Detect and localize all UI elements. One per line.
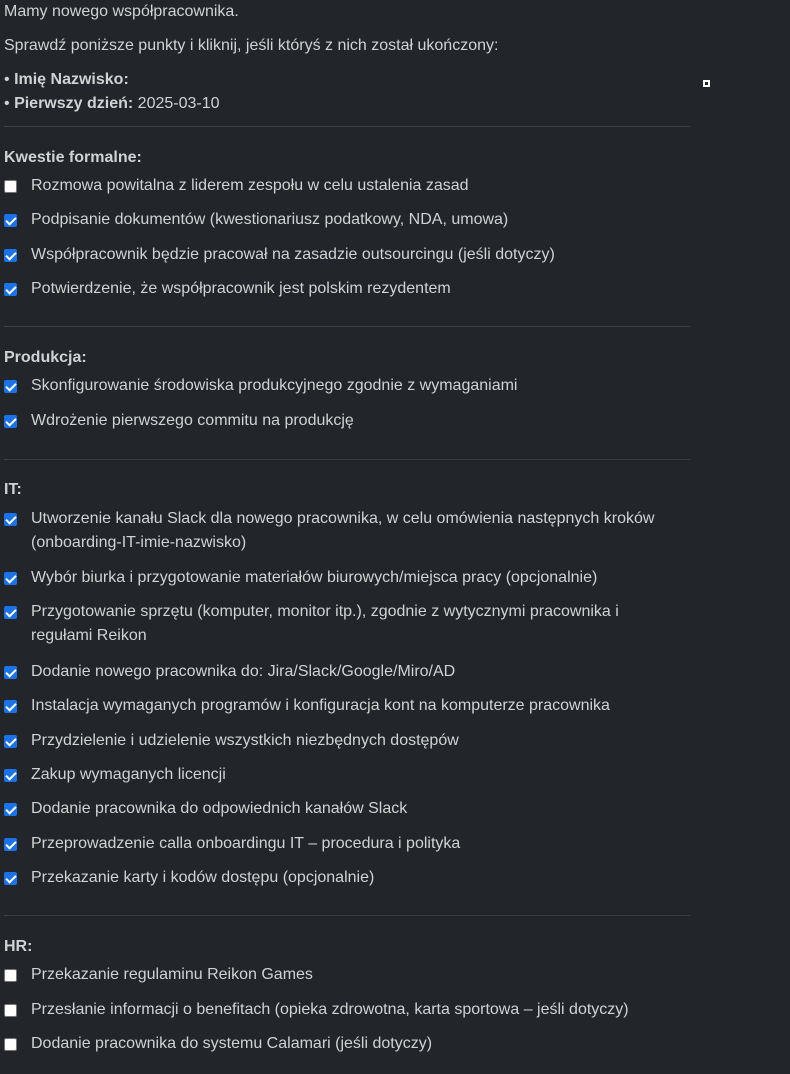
- checklist-item[interactable]: Dodanie pracownika do odpowiednich kanał…: [4, 800, 684, 821]
- first-day-label: Pierwszy dzień:: [14, 95, 134, 112]
- checklist-item[interactable]: Potwierdzenie, że współpracownik jest po…: [4, 280, 684, 301]
- checkbox[interactable]: [4, 380, 17, 393]
- checkbox[interactable]: [4, 415, 17, 428]
- checkbox[interactable]: [4, 735, 17, 748]
- section-title-formal: Kwestie formalne:: [4, 149, 142, 166]
- checkbox[interactable]: [4, 969, 17, 982]
- checklist-item[interactable]: Przygotowanie sprzętu (komputer, monitor…: [4, 603, 684, 648]
- checklist-item-label: Potwierdzenie, że współpracownik jest po…: [31, 280, 451, 297]
- square-marker-icon: [703, 80, 710, 87]
- checklist-item-label: Przygotowanie sprzętu (komputer, monitor…: [31, 603, 619, 644]
- bullet-marker: •: [4, 71, 10, 88]
- checkbox[interactable]: [4, 1038, 17, 1051]
- checkbox[interactable]: [4, 572, 17, 585]
- checklist-item-label: Dodanie pracownika do odpowiednich kanał…: [31, 800, 408, 817]
- checklist-item-label: Skonfigurowanie środowiska produkcyjnego…: [31, 377, 518, 394]
- checklist-item[interactable]: Przekazanie karty i kodów dostępu (opcjo…: [4, 869, 684, 890]
- name-label: Imię Nazwisko:: [14, 71, 129, 88]
- checklist-item-label: Rozmowa powitalna z liderem zespołu w ce…: [31, 177, 469, 194]
- checkbox[interactable]: [4, 872, 17, 885]
- checklist-item-label: Podpisanie dokumentów (kwestionariusz po…: [31, 211, 509, 228]
- section-title-production: Produkcja:: [4, 349, 87, 366]
- checklist-item-label: Przesłanie informacji o benefitach (opie…: [31, 1001, 629, 1018]
- checklist-item[interactable]: Instalacja wymaganych programów i konfig…: [4, 697, 684, 718]
- name-field: • Imię Nazwisko:: [4, 70, 129, 90]
- checklist-item[interactable]: Utworzenie kanału Slack dla nowego praco…: [4, 510, 684, 555]
- checklist-item[interactable]: Podpisanie dokumentów (kwestionariusz po…: [4, 211, 684, 232]
- checklist-item-label: Dodanie nowego pracownika do: Jira/Slack…: [31, 663, 456, 680]
- checklist-item-label: Utworzenie kanału Slack dla nowego praco…: [31, 510, 655, 551]
- checklist-item-label: Instalacja wymaganych programów i konfig…: [31, 697, 610, 714]
- checklist-item[interactable]: Przekazanie regulaminu Reikon Games: [4, 966, 684, 987]
- checklist-item-label: Wdrożenie pierwszego commitu na produkcj…: [31, 412, 354, 429]
- checklist-item[interactable]: Przeprowadzenie calla onboardingu IT – p…: [4, 835, 684, 856]
- checklist-item[interactable]: Przesłanie informacji o benefitach (opie…: [4, 1001, 684, 1022]
- checklist-item-label: Przekazanie regulaminu Reikon Games: [31, 966, 313, 983]
- checklist-item[interactable]: Zakup wymaganych licencji: [4, 766, 684, 787]
- instruction-text: Sprawdź poniższe punkty i kliknij, jeśli…: [4, 37, 499, 54]
- checklist-item-label: Współpracownik będzie pracował na zasadz…: [31, 246, 555, 263]
- checklist-item[interactable]: Wybór biurka i przygotowanie materiałów …: [4, 569, 684, 590]
- checklist-item[interactable]: Skonfigurowanie środowiska produkcyjnego…: [4, 377, 684, 398]
- greeting-text: Mamy nowego współpracownika.: [4, 3, 239, 20]
- first-day-field: • Pierwszy dzień: 2025-03-10: [4, 94, 220, 114]
- checkbox[interactable]: [4, 666, 17, 679]
- checkbox[interactable]: [4, 214, 17, 227]
- checklist-item-label: Dodanie pracownika do systemu Calamari (…: [31, 1035, 433, 1052]
- first-day-value: 2025-03-10: [137, 95, 220, 112]
- checklist-item-label: Przekazanie karty i kodów dostępu (opcjo…: [31, 869, 375, 886]
- checkbox[interactable]: [4, 249, 17, 262]
- section-title-it: IT:: [4, 481, 22, 498]
- checkbox[interactable]: [4, 180, 17, 193]
- divider: [4, 126, 690, 127]
- bullet-marker: •: [4, 95, 10, 112]
- checklist-item-label: Zakup wymaganych licencji: [31, 766, 226, 783]
- checklist-item-label: Przydzielenie i udzielenie wszystkich ni…: [31, 732, 459, 749]
- checkbox[interactable]: [4, 1004, 17, 1017]
- checkbox[interactable]: [4, 283, 17, 296]
- checklist-item-label: Wybór biurka i przygotowanie materiałów …: [31, 569, 598, 586]
- checkbox[interactable]: [4, 606, 17, 619]
- checklist-item[interactable]: Dodanie pracownika do systemu Calamari (…: [4, 1035, 684, 1056]
- onboarding-checklist: Mamy nowego współpracownika. Sprawdź pon…: [0, 0, 790, 1074]
- divider: [4, 326, 690, 327]
- divider: [4, 915, 690, 916]
- checklist-item[interactable]: Współpracownik będzie pracował na zasadz…: [4, 246, 684, 267]
- checkbox[interactable]: [4, 513, 17, 526]
- checkbox[interactable]: [4, 700, 17, 713]
- checkbox[interactable]: [4, 803, 17, 816]
- checklist-item[interactable]: Dodanie nowego pracownika do: Jira/Slack…: [4, 663, 684, 684]
- checklist-item[interactable]: Przydzielenie i udzielenie wszystkich ni…: [4, 732, 684, 753]
- checklist-item[interactable]: Wdrożenie pierwszego commitu na produkcj…: [4, 412, 684, 433]
- checklist-item-label: Przeprowadzenie calla onboardingu IT – p…: [31, 835, 461, 852]
- divider: [4, 459, 690, 460]
- checklist-item[interactable]: Rozmowa powitalna z liderem zespołu w ce…: [4, 177, 684, 198]
- checkbox[interactable]: [4, 769, 17, 782]
- checkbox[interactable]: [4, 838, 17, 851]
- section-title-hr: HR:: [4, 938, 33, 955]
